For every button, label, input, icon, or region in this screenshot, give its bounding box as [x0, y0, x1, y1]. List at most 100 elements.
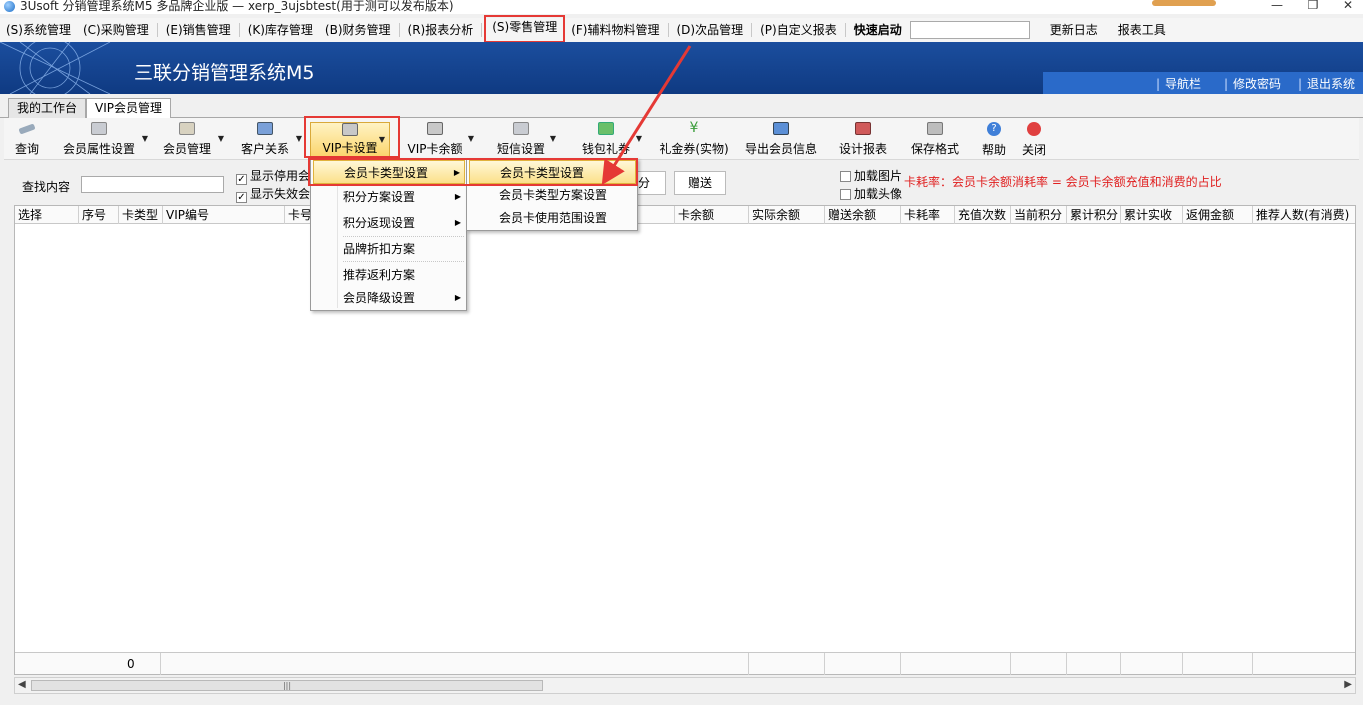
quick-start-input[interactable]: [909, 21, 1030, 39]
column-index[interactable]: 序号: [79, 206, 119, 224]
menu-system[interactable]: (S)系统管理: [0, 18, 77, 42]
menu-item-points-cashback[interactable]: 积分返现设置 ▶: [313, 211, 465, 235]
menu-reports[interactable]: (R)报表分析: [402, 18, 480, 42]
nav-bar-link[interactable]: 导航栏: [1156, 75, 1201, 92]
horizontal-scrollbar[interactable]: ◀ ||| ▶: [14, 677, 1356, 694]
yen-icon: ¥: [689, 120, 699, 136]
tab-workbench[interactable]: 我的工作台: [8, 98, 87, 118]
close-window-icon[interactable]: ✕: [1333, 0, 1363, 14]
change-password-link[interactable]: 修改密码: [1224, 75, 1281, 92]
menu-defects[interactable]: (D)次品管理: [671, 18, 750, 42]
member-attr-button[interactable]: 会员属性设置 ▼: [60, 122, 148, 158]
member-mgmt-button[interactable]: 会员管理 ▼: [160, 122, 224, 158]
search-label: 查找内容: [22, 180, 71, 194]
save-format-button[interactable]: 保存格式: [910, 122, 960, 158]
scrollbar-thumb[interactable]: |||: [31, 680, 543, 691]
column-card-balance[interactable]: 卡余额: [675, 206, 749, 224]
footer-cell: [1011, 653, 1067, 675]
show-disabled-checkbox[interactable]: ✓ 显示停用会: [236, 167, 310, 185]
menu-custom-reports[interactable]: (P)自定义报表: [754, 18, 843, 42]
vip-card-balance-button[interactable]: VIP卡余额 ▼: [406, 122, 474, 158]
scroll-right-icon[interactable]: ▶: [1344, 679, 1352, 690]
menu-sales[interactable]: (E)销售管理: [160, 18, 237, 42]
submenu-arrow-icon: ▶: [454, 218, 461, 227]
app-logo-icon: [4, 1, 15, 12]
restore-icon[interactable]: ❐: [1298, 0, 1328, 14]
coupon-physical-button[interactable]: ¥ 礼金券(实物): [656, 120, 732, 158]
query-icon: [18, 123, 36, 135]
system-title: 三联分销管理系统M5: [134, 62, 315, 84]
show-invalid-checkbox[interactable]: ✓ 显示失效会: [236, 185, 310, 203]
load-image-checkbox[interactable]: 加载图片: [840, 167, 902, 184]
submenu-item-card-type-settings[interactable]: 会员卡类型设置: [469, 160, 636, 184]
footer-cell: [749, 653, 825, 675]
column-card-type[interactable]: 卡类型: [119, 206, 163, 224]
column-select[interactable]: 选择: [15, 206, 79, 224]
minimize-icon[interactable]: —: [1262, 0, 1292, 14]
vip-card-settings-button[interactable]: VIP卡设置 ▼: [310, 122, 390, 158]
changelog-link[interactable]: 更新日志: [1044, 18, 1104, 42]
vip-card-settings-menu: 会员卡类型设置 ▶ 积分方案设置 ▶ 积分返现设置 ▶ 品牌折扣方案 推荐返利方案 会…: [310, 158, 467, 311]
column-rebate-amount[interactable]: 返佣金额: [1183, 206, 1253, 224]
close-button[interactable]: 关闭: [1020, 122, 1048, 158]
chevron-down-icon: ▼: [217, 134, 224, 143]
column-recharge-count[interactable]: 充值次数: [955, 206, 1011, 224]
banner-logo-art-icon: [0, 42, 111, 94]
vip-member-grid[interactable]: 选择 序号 卡类型 VIP编号 卡号 卡余额 实际余额 赠送余额 卡耗率 充值次…: [14, 205, 1356, 675]
column-current-points[interactable]: 当前积分: [1011, 206, 1067, 224]
submenu-arrow-icon: ▶: [454, 192, 461, 201]
checkbox-checked-icon: ✓: [236, 192, 247, 203]
scroll-left-icon[interactable]: ◀: [18, 679, 26, 690]
help-button[interactable]: ? 帮助: [980, 122, 1008, 158]
save-format-icon: [927, 122, 943, 135]
wallet-gift-button[interactable]: 钱包礼券 ▼: [580, 122, 642, 158]
footer-cell: [1121, 653, 1183, 675]
footer-cell: [825, 653, 901, 675]
query-button[interactable]: 查询: [12, 122, 42, 158]
design-report-button[interactable]: 设计报表: [838, 122, 888, 158]
column-consumption-rate[interactable]: 卡耗率: [901, 206, 955, 224]
help-icon: ?: [987, 122, 1001, 136]
menu-separator: [481, 23, 483, 37]
menu-purchase[interactable]: (C)采购管理: [77, 18, 155, 42]
column-referral-count[interactable]: 推荐人数(有消费): [1253, 206, 1357, 224]
title-slider[interactable]: [1152, 0, 1216, 6]
menu-inventory[interactable]: (K)库存管理: [242, 18, 319, 42]
card-consumption-note: 卡耗率：会员卡余额消耗率 = 会员卡余额充值和消费的占比: [904, 175, 1222, 189]
wallet-icon: [598, 122, 614, 135]
vip-balance-icon: [427, 122, 443, 135]
document-tabs: 我的工作台 VIP会员管理: [0, 94, 1363, 119]
search-input[interactable]: [81, 176, 224, 193]
column-vip-number[interactable]: VIP编号: [163, 206, 285, 224]
menu-materials[interactable]: (F)辅料物料管理: [565, 18, 665, 42]
tab-vip-member[interactable]: VIP会员管理: [86, 98, 171, 119]
report-tool-link[interactable]: 报表工具: [1112, 18, 1172, 42]
sms-icon: [513, 122, 529, 135]
menu-item-member-downgrade[interactable]: 会员降级设置 ▶: [313, 286, 465, 310]
menu-separator: [156, 23, 158, 37]
menu-separator: [751, 23, 753, 37]
menu-item-referral-rebate[interactable]: 推荐返利方案: [313, 263, 465, 287]
sms-settings-button[interactable]: 短信设置 ▼: [496, 122, 556, 158]
grid-footer: 0: [15, 652, 1355, 675]
customer-rel-button[interactable]: 客户关系 ▼: [238, 122, 302, 158]
column-total-points[interactable]: 累计积分: [1067, 206, 1121, 224]
gift-button[interactable]: 赠送: [674, 171, 726, 195]
main-menubar: (S)系统管理 (C)采购管理 (E)销售管理 (K)库存管理 (B)财务管理 …: [0, 15, 1363, 43]
menu-finance[interactable]: (B)财务管理: [319, 18, 397, 42]
menu-item-brand-discount[interactable]: 品牌折扣方案: [313, 237, 465, 261]
column-actual-balance[interactable]: 实际余额: [749, 206, 825, 224]
logout-link[interactable]: 退出系统: [1298, 75, 1355, 92]
menu-item-card-type-settings[interactable]: 会员卡类型设置 ▶: [313, 160, 465, 184]
menu-item-points-scheme[interactable]: 积分方案设置 ▶: [313, 185, 465, 209]
column-gift-balance[interactable]: 赠送余额: [825, 206, 901, 224]
submenu-item-card-usage-scope[interactable]: 会员卡使用范围设置: [469, 206, 636, 230]
checkbox-checked-icon: ✓: [236, 174, 247, 185]
menu-retail[interactable]: (S)零售管理: [484, 15, 566, 43]
load-avatar-checkbox[interactable]: 加载头像: [840, 185, 902, 202]
column-total-received[interactable]: 累计实收: [1121, 206, 1183, 224]
menu-separator: [667, 23, 669, 37]
submenu-item-card-type-scheme[interactable]: 会员卡类型方案设置: [469, 183, 636, 207]
export-member-button[interactable]: 导出会员信息: [744, 122, 818, 158]
chevron-down-icon: ▼: [467, 134, 474, 143]
